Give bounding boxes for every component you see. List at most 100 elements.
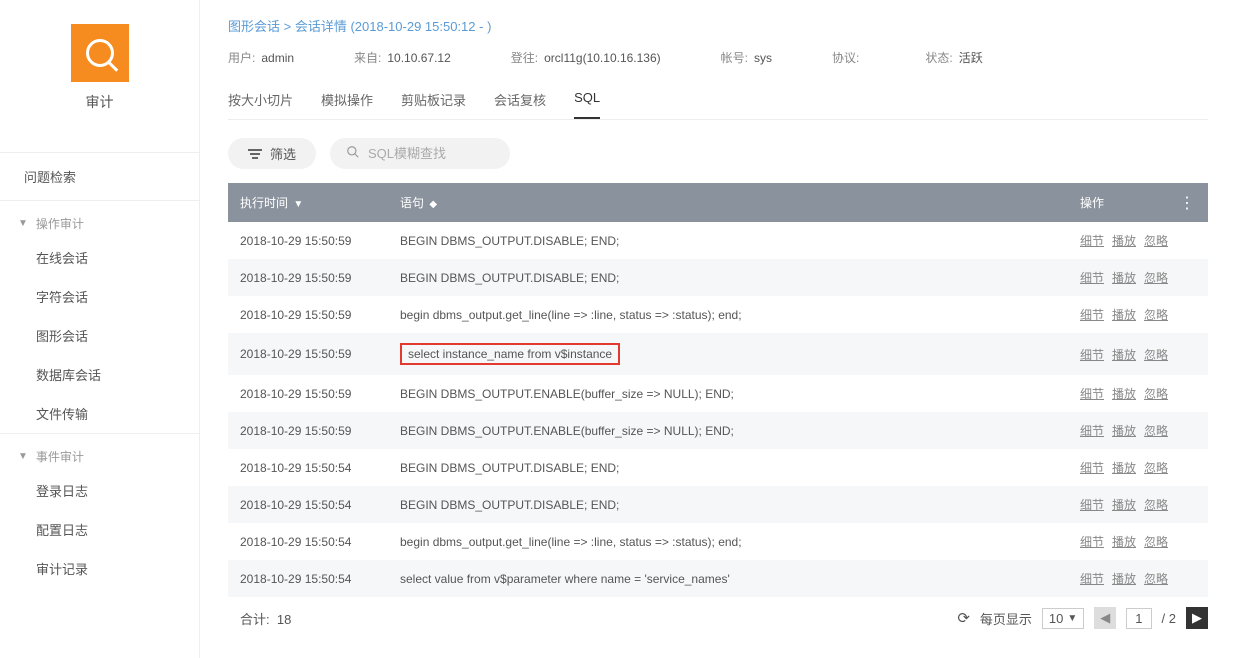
action-play[interactable]: 播放 [1112, 535, 1136, 549]
caret-down-icon: ▼ [18, 218, 28, 229]
action-ignore[interactable]: 忽略 [1144, 461, 1168, 475]
sidebar-item-char-session[interactable]: 字符会话 [0, 277, 199, 316]
action-ignore[interactable]: 忽略 [1144, 424, 1168, 438]
sql-statement: BEGIN DBMS_OUTPUT.ENABLE(buffer_size => … [400, 424, 734, 438]
cell-actions: 细节播放忽略 [1068, 222, 1208, 259]
search-input[interactable] [368, 146, 494, 161]
action-ignore[interactable]: 忽略 [1144, 348, 1168, 362]
sidebar-item-inspect[interactable]: 问题检索 [0, 153, 199, 200]
sidebar-item-login-log[interactable]: 登录日志 [0, 471, 199, 510]
table-row: 2018-10-29 15:50:59 select instance_name … [228, 333, 1208, 375]
sidebar-section-ops-label: 操作审计 [36, 215, 84, 232]
table-row: 2018-10-29 15:50:54BEGIN DBMS_OUTPUT.DIS… [228, 449, 1208, 486]
table-row: 2018-10-29 15:50:59BEGIN DBMS_OUTPUT.ENA… [228, 375, 1208, 412]
action-detail[interactable]: 细节 [1080, 387, 1104, 401]
cell-sql: BEGIN DBMS_OUTPUT.DISABLE; END; [388, 449, 1068, 486]
action-detail[interactable]: 细节 [1080, 498, 1104, 512]
tab-clipboard[interactable]: 剪贴板记录 [401, 84, 466, 119]
action-play[interactable]: 播放 [1112, 348, 1136, 362]
sidebar-section-events-label: 事件审计 [36, 448, 84, 465]
info-acct-label: 帐号: [721, 51, 748, 65]
sidebar-item-config-log[interactable]: 配置日志 [0, 510, 199, 549]
tab-review[interactable]: 会话复核 [494, 84, 546, 119]
search-icon [346, 145, 360, 162]
tab-slice[interactable]: 按大小切片 [228, 84, 293, 119]
table-row: 2018-10-29 15:50:54select value from v$p… [228, 560, 1208, 597]
total-value: 18 [277, 612, 291, 627]
page-size-select[interactable]: 10 ▼ [1042, 608, 1084, 629]
info-login-value: orcl11g(10.10.16.136) [544, 51, 661, 65]
breadcrumb-sep: > [284, 19, 292, 34]
prev-page-button[interactable]: ◀ [1094, 607, 1116, 629]
current-page[interactable]: 1 [1126, 608, 1151, 629]
info-login-label: 登往: [511, 51, 538, 65]
cell-sql: BEGIN DBMS_OUTPUT.DISABLE; END; [388, 222, 1068, 259]
cell-time: 2018-10-29 15:50:59 [228, 333, 388, 375]
total-pages: / 2 [1162, 611, 1176, 626]
next-page-button[interactable]: ▶ [1186, 607, 1208, 629]
info-from-value: 10.10.67.12 [387, 51, 450, 65]
per-page-label: 每页显示 [980, 609, 1032, 628]
cell-actions: 细节播放忽略 [1068, 449, 1208, 486]
action-detail[interactable]: 细节 [1080, 461, 1104, 475]
info-status-value: 活跃 [959, 51, 983, 65]
action-detail[interactable]: 细节 [1080, 535, 1104, 549]
sidebar-item-audit-log[interactable]: 审计记录 [0, 549, 199, 588]
action-detail[interactable]: 细节 [1080, 424, 1104, 438]
action-ignore[interactable]: 忽略 [1144, 271, 1168, 285]
tab-sql[interactable]: SQL [574, 84, 600, 119]
sql-statement: select instance_name from v$instance [400, 343, 620, 365]
toolbar: 筛选 [228, 138, 1208, 169]
action-play[interactable]: 播放 [1112, 572, 1136, 586]
action-ignore[interactable]: 忽略 [1144, 498, 1168, 512]
tab-simulate[interactable]: 模拟操作 [321, 84, 373, 119]
th-exec-time[interactable]: 执行时间 ▼ [228, 183, 388, 222]
action-play[interactable]: 播放 [1112, 498, 1136, 512]
breadcrumb-root[interactable]: 图形会话 [228, 19, 280, 34]
action-ignore[interactable]: 忽略 [1144, 308, 1168, 322]
refresh-button[interactable]: ⟳ [957, 609, 970, 627]
action-ignore[interactable]: 忽略 [1144, 234, 1168, 248]
sql-statement: select value from v$parameter where name… [400, 572, 730, 586]
breadcrumb-detail[interactable]: 会话详情 (2018-10-29 15:50:12 - ) [295, 19, 492, 34]
sidebar-item-file-transfer[interactable]: 文件传输 [0, 394, 199, 433]
th-actions: 操作 ⋮ [1068, 183, 1208, 222]
magnifier-icon [86, 39, 114, 67]
cell-sql: select value from v$parameter where name… [388, 560, 1068, 597]
action-play[interactable]: 播放 [1112, 387, 1136, 401]
sidebar-item-online-session[interactable]: 在线会话 [0, 238, 199, 277]
action-play[interactable]: 播放 [1112, 461, 1136, 475]
action-detail[interactable]: 细节 [1080, 271, 1104, 285]
action-ignore[interactable]: 忽略 [1144, 535, 1168, 549]
sidebar-section-ops[interactable]: ▼ 操作审计 [0, 201, 199, 238]
table-footer: 合计: 18 ⟳ 每页显示 10 ▼ ◀ 1 / 2 ▶ [228, 607, 1208, 629]
filter-button[interactable]: 筛选 [228, 138, 316, 169]
cell-sql: BEGIN DBMS_OUTPUT.DISABLE; END; [388, 259, 1068, 296]
action-play[interactable]: 播放 [1112, 424, 1136, 438]
sql-statement: BEGIN DBMS_OUTPUT.ENABLE(buffer_size => … [400, 387, 734, 401]
app-name: 审计 [86, 92, 114, 112]
sql-statement: BEGIN DBMS_OUTPUT.DISABLE; END; [400, 461, 619, 475]
cell-actions: 细节播放忽略 [1068, 296, 1208, 333]
sql-table: 执行时间 ▼ 语句 ◆ 操作 ⋮ 2018-10-29 15:50:59BEGI… [228, 183, 1208, 597]
th-statement[interactable]: 语句 ◆ [388, 183, 1068, 222]
action-detail[interactable]: 细节 [1080, 234, 1104, 248]
action-detail[interactable]: 细节 [1080, 572, 1104, 586]
action-detail[interactable]: 细节 [1080, 308, 1104, 322]
cell-sql: BEGIN DBMS_OUTPUT.ENABLE(buffer_size => … [388, 375, 1068, 412]
cell-time: 2018-10-29 15:50:54 [228, 523, 388, 560]
info-acct-value: sys [754, 51, 772, 65]
action-play[interactable]: 播放 [1112, 234, 1136, 248]
sort-desc-icon: ▼ [293, 199, 303, 210]
action-ignore[interactable]: 忽略 [1144, 387, 1168, 401]
action-play[interactable]: 播放 [1112, 271, 1136, 285]
kebab-icon[interactable]: ⋮ [1179, 193, 1196, 213]
search-input-wrap[interactable] [330, 138, 510, 169]
action-play[interactable]: 播放 [1112, 308, 1136, 322]
action-ignore[interactable]: 忽略 [1144, 572, 1168, 586]
sidebar-section-events[interactable]: ▼ 事件审计 [0, 434, 199, 471]
table-row: 2018-10-29 15:50:59begin dbms_output.get… [228, 296, 1208, 333]
sidebar-item-database-session[interactable]: 数据库会话 [0, 355, 199, 394]
sidebar-item-graphic-session[interactable]: 图形会话 [0, 316, 199, 355]
action-detail[interactable]: 细节 [1080, 348, 1104, 362]
